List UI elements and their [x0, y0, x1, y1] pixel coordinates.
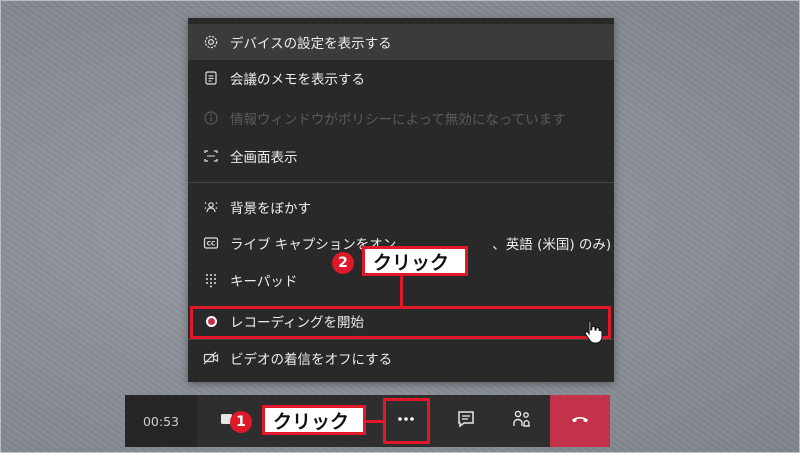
menu-item-turn-off-incoming-video[interactable]: ビデオの着信をオフにする: [188, 340, 614, 376]
menu-item-label-tail: 、英語 (米国) のみ): [492, 237, 612, 253]
menu-item-info-window-disabled: 情報ウィンドウがポリシーによって無効になっています: [188, 100, 614, 136]
call-timer: 00:53: [125, 395, 197, 447]
menu-item-meeting-notes[interactable]: 会議のメモを表示する: [188, 60, 614, 96]
step-2-connector: [400, 276, 403, 307]
menu-item-device-settings[interactable]: デバイスの設定を表示する: [188, 24, 614, 60]
menu-divider: [188, 182, 614, 183]
keypad-icon: [202, 271, 220, 289]
hang-up-icon: [569, 408, 591, 434]
notes-icon: [202, 69, 220, 87]
participants-icon: [511, 408, 533, 434]
step-2-callout: クリック: [362, 246, 468, 276]
menu-item-label: キーパッド: [230, 274, 298, 290]
step-1-badge: 1: [230, 411, 252, 433]
menu-item-label: デバイスの設定を表示する: [230, 36, 392, 52]
fullscreen-icon: [202, 147, 220, 165]
menu-item-label: 情報ウィンドウがポリシーによって無効になっています: [230, 112, 566, 128]
participants-button[interactable]: [501, 395, 543, 447]
menu-item-label: ビデオの着信をオフにする: [230, 352, 393, 368]
step-2-badge: 2: [332, 252, 354, 274]
hand-cursor-icon: [583, 319, 605, 349]
video-off-icon: [202, 349, 220, 367]
step-1-connector: [366, 420, 384, 423]
menu-item-label: 会議のメモを表示する: [230, 72, 365, 88]
menu-item-blur-background[interactable]: 背景をぼかす: [188, 189, 614, 225]
more-options-highlight-box: [383, 398, 430, 444]
menu-item-label: 全画面表示: [230, 150, 298, 166]
chat-button[interactable]: [445, 395, 487, 447]
recording-highlight-box: [190, 306, 611, 339]
step-1-callout: クリック: [262, 405, 366, 435]
chat-icon: [455, 408, 477, 434]
gear-icon: [202, 33, 220, 51]
svg-text:CC: CC: [207, 241, 216, 248]
menu-item-fullscreen[interactable]: 全画面表示: [188, 138, 614, 174]
cc-icon: CC: [202, 234, 220, 252]
hang-up-button[interactable]: [550, 395, 610, 447]
blur-icon: [202, 198, 220, 216]
menu-item-label: 背景をぼかす: [230, 201, 311, 217]
info-icon: [202, 109, 220, 127]
